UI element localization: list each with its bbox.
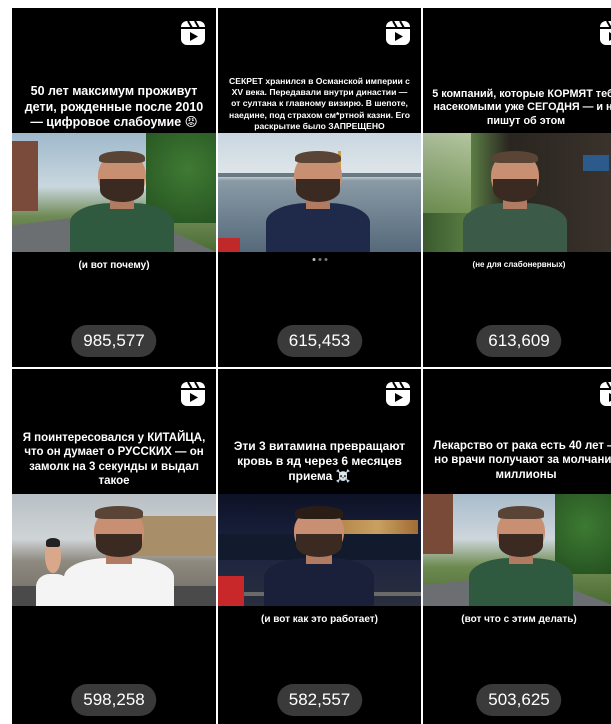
reel-caption: (и вот как это работает) — [260, 614, 379, 625]
reel-headline: 50 лет максимум проживут дети, рожденные… — [24, 84, 204, 130]
reel-tile[interactable]: Лекарство от рака есть 40 лет — но врачи… — [423, 369, 611, 724]
view-count: 985,577 — [71, 325, 157, 357]
reel-thumbnail — [12, 494, 216, 606]
reel-tile[interactable]: 50 лет максимум проживут дети, рожденные… — [12, 8, 216, 367]
reel-tile[interactable]: Я поинтересовался у КИТАЙЦА, что он дума… — [12, 369, 216, 724]
reels-icon — [181, 381, 205, 406]
carousel-dots — [312, 258, 327, 261]
reel-headline: Я поинтересовался у КИТАЙЦА, что он дума… — [22, 432, 206, 488]
reel-thumbnail — [12, 133, 216, 252]
view-count: 582,557 — [276, 684, 363, 716]
reels-icon — [386, 381, 410, 406]
reel-caption: (вот что с этим делать) — [461, 614, 577, 625]
reels-grid: 50 лет максимум проживут дети, рожденные… — [12, 8, 611, 724]
reels-icon — [600, 381, 611, 406]
reel-thumbnail — [423, 133, 611, 252]
view-count: 598,258 — [71, 684, 157, 716]
reel-tile[interactable]: 5 компаний, которые КОРМЯТ тебя насекомы… — [423, 8, 611, 367]
reel-tile[interactable]: СЕКРЕТ хранился в Османской империи с XV… — [218, 8, 421, 367]
view-count: 613,609 — [476, 325, 562, 357]
reel-headline: Лекарство от рака есть 40 лет — но врачи… — [433, 440, 611, 481]
reel-thumbnail — [218, 133, 421, 252]
reel-caption: (не для слабонервных) — [472, 260, 566, 269]
reel-headline: Эти 3 витамина превращают кровь в яд чер… — [233, 439, 406, 483]
view-count: 503,625 — [476, 684, 562, 716]
reel-headline: СЕКРЕТ хранился в Османской империи с XV… — [229, 76, 410, 131]
reel-tile[interactable]: Эти 3 витамина превращают кровь в яд чер… — [218, 369, 421, 724]
view-count: 615,453 — [276, 325, 363, 357]
reel-thumbnail — [218, 494, 421, 606]
reel-headline: 5 компаний, которые КОРМЯТ тебя насекомы… — [432, 88, 611, 127]
reel-caption: (и вот почему) — [78, 260, 150, 271]
reels-icon — [386, 20, 410, 45]
reel-thumbnail — [423, 494, 611, 606]
reels-icon — [181, 20, 205, 45]
reels-icon — [600, 20, 611, 45]
